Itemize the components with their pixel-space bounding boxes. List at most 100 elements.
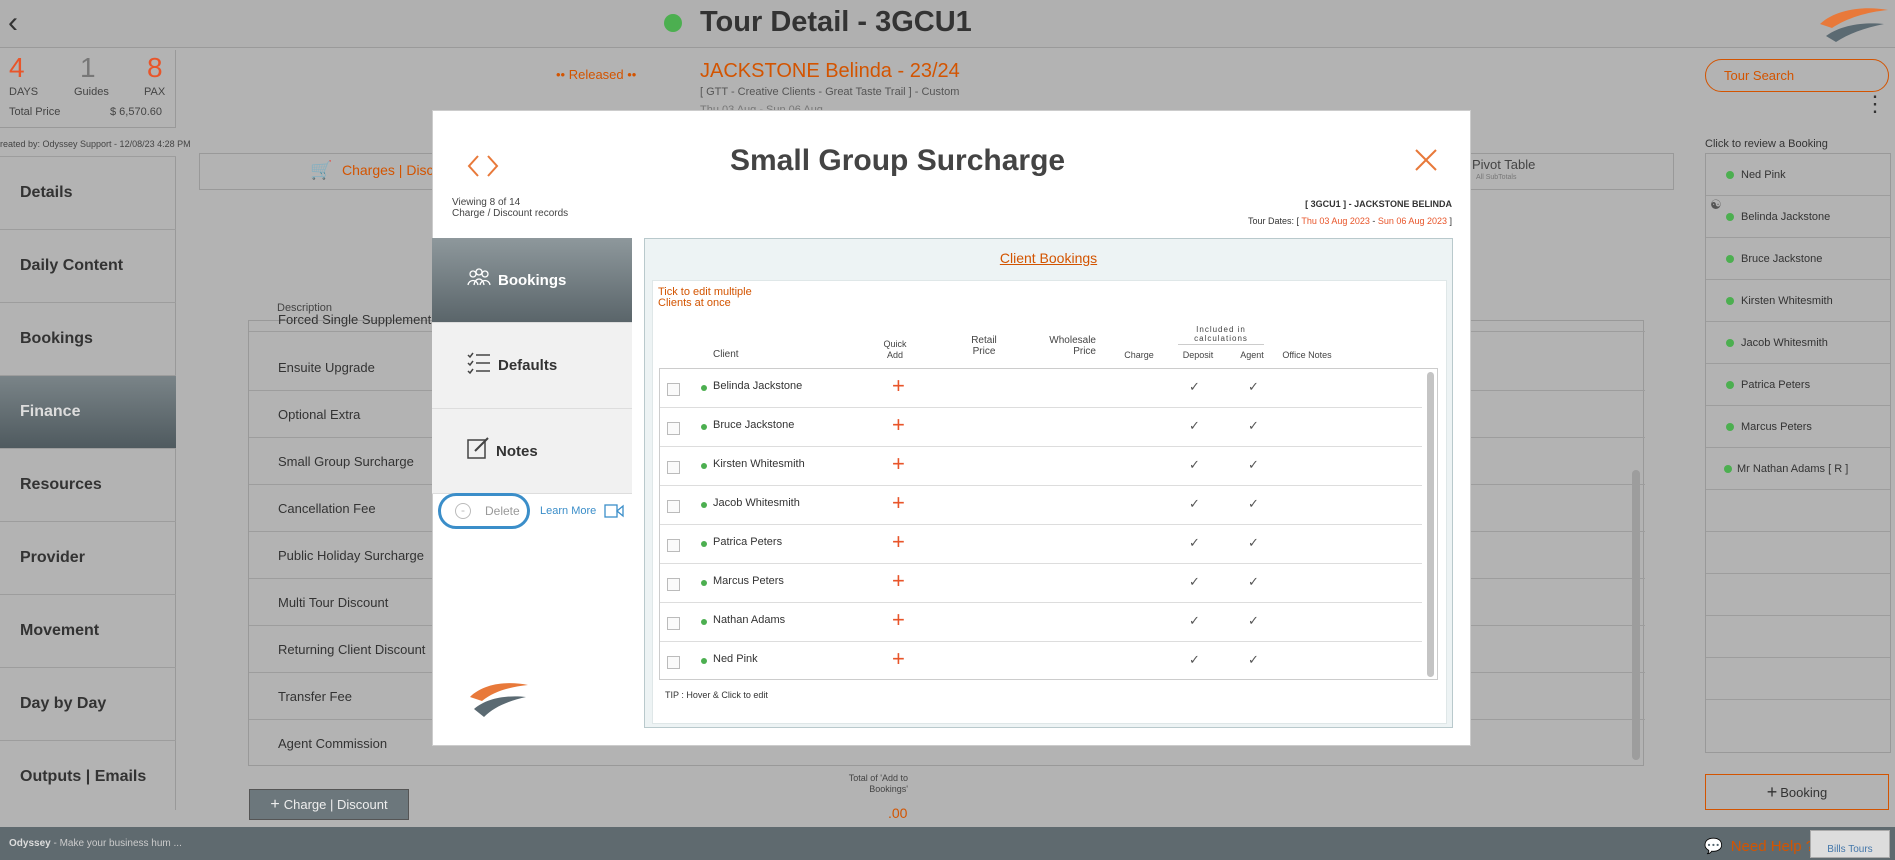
- tour-search-button[interactable]: Tour Search: [1705, 59, 1889, 92]
- nav-daily-content[interactable]: Daily Content: [0, 229, 176, 302]
- agent-check-icon[interactable]: ✓: [1248, 379, 1259, 395]
- quick-add-icon[interactable]: +: [892, 375, 905, 397]
- nav-details[interactable]: Details: [0, 156, 176, 229]
- client-name-cell[interactable]: Patrica Peters: [713, 536, 782, 548]
- back-icon[interactable]: ‹: [8, 8, 38, 38]
- deposit-check-icon[interactable]: ✓: [1189, 457, 1200, 473]
- nav-outputs-emails[interactable]: Outputs | Emails: [0, 740, 176, 813]
- row-checkbox[interactable]: [667, 461, 680, 474]
- client-name-cell[interactable]: Ned Pink: [713, 653, 758, 665]
- status-dot-icon: [1726, 254, 1734, 263]
- deposit-check-icon[interactable]: ✓: [1189, 418, 1200, 434]
- deposit-check-icon[interactable]: ✓: [1189, 535, 1200, 551]
- quick-add-icon[interactable]: +: [892, 531, 905, 553]
- created-by: reated by: Odyssey Support - 12/08/23 4:…: [0, 139, 191, 149]
- status-dot-icon: [1726, 296, 1734, 305]
- delete-button[interactable]: - Delete: [438, 493, 530, 529]
- deposit-check-icon[interactable]: ✓: [1189, 574, 1200, 590]
- booking-item[interactable]: Jacob Whitesmith: [1741, 337, 1828, 349]
- client-name-cell[interactable]: Belinda Jackstone: [713, 380, 802, 392]
- agent-check-icon[interactable]: ✓: [1248, 613, 1259, 629]
- agent-check-icon[interactable]: ✓: [1248, 574, 1259, 590]
- quick-add-icon[interactable]: +: [892, 453, 905, 475]
- quick-add-icon[interactable]: +: [892, 492, 905, 514]
- col-agent: Agent: [1240, 350, 1264, 360]
- client-name-cell[interactable]: Bruce Jackstone: [713, 419, 794, 431]
- tab-notes-label: Notes: [496, 442, 538, 460]
- deposit-check-icon[interactable]: ✓: [1189, 652, 1200, 668]
- agent-check-icon[interactable]: ✓: [1248, 496, 1259, 512]
- close-icon[interactable]: [1414, 148, 1438, 172]
- agent-check-icon[interactable]: ✓: [1248, 535, 1259, 551]
- days-count: 4: [9, 52, 25, 83]
- pax-label: PAX: [144, 86, 166, 98]
- booking-item[interactable]: Bruce Jackstone: [1741, 253, 1822, 265]
- footer-text: Odyssey - Make your business hum ...: [9, 838, 182, 849]
- row-checkbox[interactable]: [667, 500, 680, 513]
- nav-day-by-day[interactable]: Day by Day: [0, 667, 176, 740]
- deposit-check-icon[interactable]: ✓: [1189, 496, 1200, 512]
- total-label: Total of 'Add to Bookings': [848, 773, 908, 794]
- booking-item[interactable]: Marcus Peters: [1741, 421, 1812, 433]
- nav-bookings[interactable]: Bookings: [0, 302, 176, 375]
- guides-label: Guides: [74, 86, 109, 98]
- row-checkbox[interactable]: [667, 578, 680, 591]
- agent-check-icon[interactable]: ✓: [1248, 418, 1259, 434]
- footer-brand: Odyssey: [9, 838, 51, 849]
- table-scrollbar[interactable]: [1427, 372, 1434, 677]
- client-name-cell[interactable]: Nathan Adams: [713, 614, 785, 626]
- total-price-label: Total Price: [9, 106, 61, 118]
- client-name-cell[interactable]: Jacob Whitesmith: [713, 497, 800, 509]
- nav-movement[interactable]: Movement: [0, 594, 176, 667]
- quick-add-icon[interactable]: +: [892, 609, 905, 631]
- prev-next-icon[interactable]: [466, 153, 502, 179]
- status-dot-icon: [701, 502, 707, 508]
- agent-check-icon[interactable]: ✓: [1248, 457, 1259, 473]
- released-status: •• Released ••: [556, 67, 637, 82]
- row-checkbox[interactable]: [667, 656, 680, 669]
- booking-item[interactable]: Mr Nathan Adams [ R ]: [1737, 463, 1848, 475]
- booking-item[interactable]: Ned Pink: [1741, 169, 1786, 181]
- status-dot-icon: [701, 463, 707, 469]
- group-icon: [466, 267, 492, 293]
- row-checkbox[interactable]: [667, 383, 680, 396]
- deposit-check-icon[interactable]: ✓: [1189, 379, 1200, 395]
- booking-item[interactable]: Patrica Peters: [1741, 379, 1810, 391]
- tab-pivot-table[interactable]: Pivot Table: [1472, 157, 1535, 172]
- booking-item[interactable]: Belinda Jackstone: [1741, 211, 1830, 223]
- nav-finance[interactable]: Finance: [0, 375, 176, 448]
- tick-note-line-2: Clients at once: [658, 297, 731, 309]
- table-row: Kirsten Whitesmith + ✓ ✓: [660, 447, 1422, 486]
- row-checkbox[interactable]: [667, 539, 680, 552]
- nav-resources[interactable]: Resources: [0, 448, 176, 521]
- booking-item[interactable]: Kirsten Whitesmith: [1741, 295, 1833, 307]
- tab-bookings-label: Bookings: [498, 271, 567, 289]
- tab-notes[interactable]: Notes: [432, 409, 632, 494]
- learn-more-link[interactable]: Learn More: [540, 504, 624, 518]
- status-dot-icon: [701, 658, 707, 664]
- col-wholesale-price: Wholesale Price: [1049, 335, 1096, 357]
- agent-check-icon[interactable]: ✓: [1248, 652, 1259, 668]
- client-bookings-title[interactable]: Client Bookings: [644, 238, 1453, 278]
- client-name-cell[interactable]: Marcus Peters: [713, 575, 784, 587]
- nav-provider[interactable]: Provider: [0, 521, 176, 594]
- quick-add-icon[interactable]: +: [892, 570, 905, 592]
- list-scrollbar[interactable]: [1632, 470, 1640, 760]
- quick-add-icon[interactable]: +: [892, 648, 905, 670]
- plus-icon: +: [1766, 781, 1778, 802]
- quick-add-icon[interactable]: +: [892, 414, 905, 436]
- need-help-link[interactable]: 💬 Need Help ?: [1704, 837, 1814, 855]
- row-checkbox[interactable]: [667, 617, 680, 630]
- tab-defaults-label: Defaults: [498, 357, 558, 374]
- tab-defaults[interactable]: Defaults: [432, 323, 632, 409]
- row-checkbox[interactable]: [667, 422, 680, 435]
- tab-bookings[interactable]: Bookings: [432, 238, 632, 323]
- more-options-icon[interactable]: ⋮: [1864, 93, 1886, 115]
- notes-edit-icon: [466, 436, 490, 466]
- add-booking-button[interactable]: + Booking: [1705, 774, 1889, 810]
- deposit-check-icon[interactable]: ✓: [1189, 613, 1200, 629]
- record-nav-arrows[interactable]: [466, 153, 502, 185]
- add-charge-label: Charge | Discount: [283, 797, 388, 812]
- client-name-cell[interactable]: Kirsten Whitesmith: [713, 458, 805, 470]
- add-charge-button[interactable]: + Charge | Discount: [249, 789, 409, 820]
